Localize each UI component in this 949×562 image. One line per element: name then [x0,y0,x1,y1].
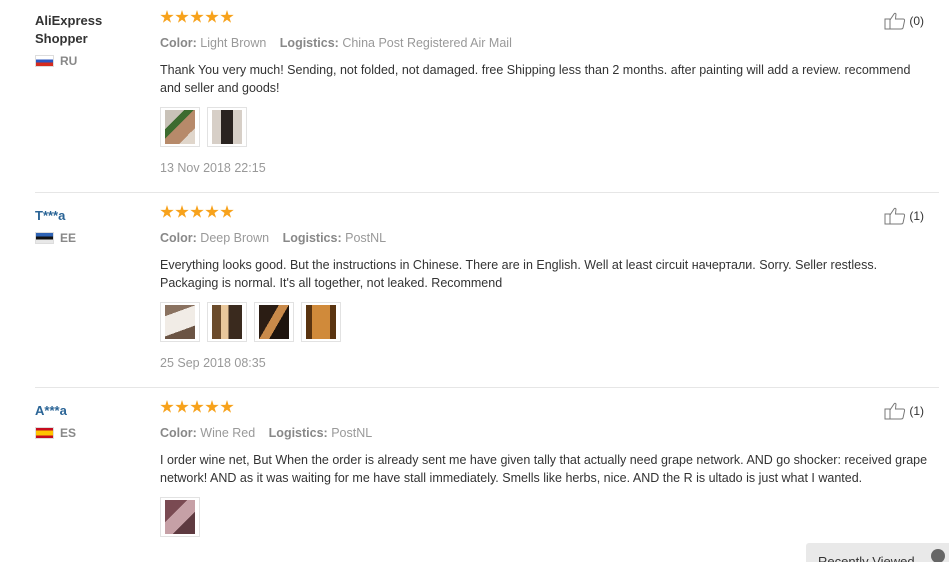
helpful-count: (1) [909,404,924,418]
helpful-button[interactable]: (0) [884,12,924,30]
country-code: EE [60,231,77,245]
logistics-value: China Post Registered Air Mail [342,36,512,50]
star-icon [205,10,219,23]
review-content: Color: Deep Brown Logistics: PostNL Ever… [160,205,930,370]
star-rating [160,205,930,223]
thumbs-up-icon [884,402,906,420]
flag-ee-icon [35,232,54,244]
star-icon [220,10,234,23]
logistics-label: Logistics: [282,231,342,245]
color-label: Color: [160,231,197,245]
order-attributes: Color: Light Brown Logistics: China Post… [160,35,930,51]
color-value: Light Brown [200,36,267,50]
review-text: I order wine net, But When the order is … [160,453,928,485]
review-photos [160,302,930,342]
star-icon [205,205,219,218]
color-value: Deep Brown [200,231,270,245]
star-icon [220,205,234,218]
star-icon [175,205,189,218]
logistics-value: PostNL [345,231,387,245]
buyer-info: T***a EE [35,207,145,245]
review-photos [160,497,930,537]
thumbs-up-icon [884,12,906,30]
review-content: Color: Light Brown Logistics: China Post… [160,10,930,175]
recently-viewed-label: Recently Viewed [818,554,915,562]
recently-viewed-tab[interactable]: Recently Viewed [806,543,949,562]
color-value: Wine Red [200,426,256,440]
review-text: Everything looks good. But the instructi… [160,258,878,290]
country-code: RU [60,54,78,68]
star-icon [175,10,189,23]
star-rating [160,400,930,418]
order-attributes: Color: Wine Red Logistics: PostNL [160,425,930,441]
review-date: 25 Sep 2018 08:35 [160,356,266,370]
buyer-name[interactable]: T***a [35,207,145,225]
review-photo[interactable] [301,302,341,342]
buyer-country: RU [35,54,145,68]
buyer-country: ES [35,426,145,440]
thumbs-up-icon [884,207,906,225]
chevron-up-icon [931,549,945,562]
star-icon [190,10,204,23]
buyer-name: AliExpress Shopper [35,13,103,46]
helpful-count: (0) [909,14,924,28]
flag-ru-icon [35,55,54,67]
star-icon [160,205,174,218]
helpful-button[interactable]: (1) [884,402,924,420]
buyer-info: A***a ES [35,402,145,440]
review-divider [35,387,939,388]
star-icon [190,400,204,413]
review-content: Color: Wine Red Logistics: PostNL I orde… [160,400,930,537]
star-icon [175,400,189,413]
color-label: Color: [160,426,197,440]
star-icon [160,10,174,23]
review-photo[interactable] [207,302,247,342]
buyer-country: EE [35,231,145,245]
review-photo[interactable] [160,302,200,342]
review-photo[interactable] [160,497,200,537]
star-icon [205,400,219,413]
color-label: Color: [160,36,197,50]
logistics-label: Logistics: [279,36,339,50]
star-icon [220,400,234,413]
review-photo[interactable] [254,302,294,342]
logistics-label: Logistics: [268,426,328,440]
helpful-count: (1) [909,209,924,223]
buyer-info: AliExpress Shopper RU [35,12,145,68]
review-photo[interactable] [207,107,247,147]
review-date: 13 Nov 2018 22:15 [160,161,266,175]
review-divider [35,192,939,193]
logistics-value: PostNL [331,426,373,440]
review-text: Thank You very much! Sending, not folded… [160,63,911,95]
helpful-button[interactable]: (1) [884,207,924,225]
star-icon [190,205,204,218]
star-icon [160,400,174,413]
star-rating [160,10,930,28]
review-photos [160,107,930,147]
buyer-name[interactable]: A***a [35,402,145,420]
flag-es-icon [35,427,54,439]
order-attributes: Color: Deep Brown Logistics: PostNL [160,230,930,246]
review-photo[interactable] [160,107,200,147]
country-code: ES [60,426,77,440]
